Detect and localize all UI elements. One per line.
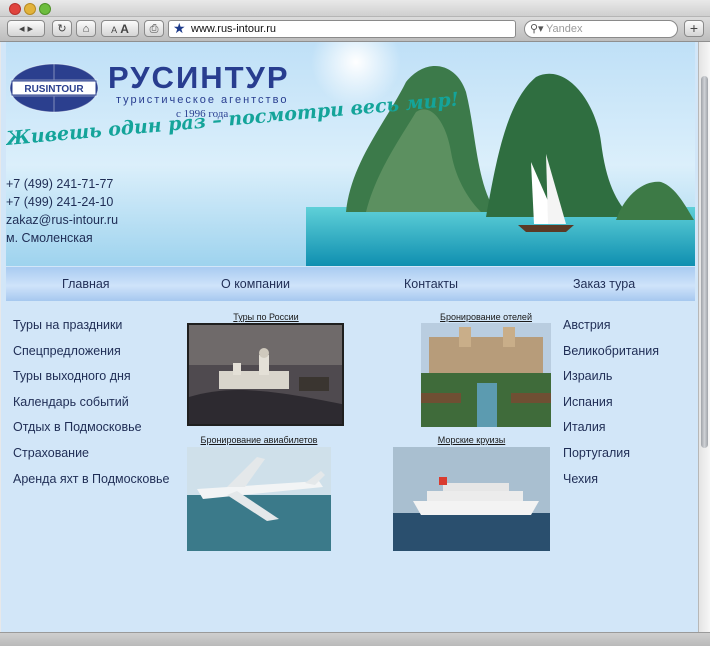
nav-contacts[interactable]: Контакты	[404, 277, 458, 291]
title-bar	[0, 0, 710, 17]
email-link[interactable]: zakaz@rus-intour.ru	[6, 213, 118, 227]
rusintour-logo-icon: RUSINTOUR	[9, 63, 99, 113]
nav-about[interactable]: О компании	[221, 277, 290, 291]
monastery-photo	[189, 325, 342, 424]
airplane-photo	[187, 447, 331, 551]
menu-yacht-rental[interactable]: Аренда яхт в Подмосковье	[13, 472, 169, 486]
bookmark-star-icon[interactable]: ★	[173, 20, 186, 37]
print-button[interactable]: ⎙	[144, 20, 164, 37]
scrollbar-thumb[interactable]	[701, 76, 708, 448]
phone-1: +7 (499) 241-71-77	[6, 177, 114, 191]
add-tab-button[interactable]: +	[684, 20, 704, 37]
web-page: RUSINTOUR РУСИНТУР туристическое агентст…	[1, 42, 698, 632]
tile-caption-sea-cruises[interactable]: Морские круизы	[393, 435, 550, 445]
logo-text: RUSINTOUR	[24, 84, 84, 95]
tile-russia-tours[interactable]	[187, 323, 344, 426]
hotel-photo	[421, 323, 551, 427]
search-field[interactable]: ⚲▾ Yandex	[524, 20, 678, 38]
address-url: www.rus-intour.ru	[191, 23, 276, 35]
close-window-icon[interactable]	[9, 3, 21, 15]
print-icon: ⎙	[149, 23, 159, 35]
country-great-britain[interactable]: Великобритания	[563, 344, 659, 358]
brand-name: РУСИНТУР	[108, 60, 290, 95]
back-forward-icon: ◂ ▸	[18, 23, 34, 35]
country-italy[interactable]: Италия	[563, 420, 606, 434]
metro-station: м. Смоленская	[6, 231, 93, 245]
country-austria[interactable]: Австрия	[563, 318, 611, 332]
browser-toolbar: ◂ ▸ ↻ ⌂ A A ⎙ ★ www.rus-intour.ru ⚲▾ Yan…	[0, 17, 710, 42]
address-bar[interactable]: ★ www.rus-intour.ru	[168, 20, 516, 38]
country-israel[interactable]: Израиль	[563, 369, 612, 383]
menu-holiday-tours[interactable]: Туры на праздники	[13, 318, 122, 332]
minimize-window-icon[interactable]	[24, 3, 36, 15]
home-icon: ⌂	[82, 23, 90, 35]
browser-window: ◂ ▸ ↻ ⌂ A A ⎙ ★ www.rus-intour.ru ⚲▾ Yan…	[0, 0, 710, 646]
text-bigger-icon: A	[120, 22, 129, 36]
country-czech[interactable]: Чехия	[563, 472, 598, 486]
menu-moscow-region[interactable]: Отдых в Подмосковье	[13, 420, 142, 434]
search-icon: ⚲▾	[530, 23, 544, 35]
cruise-ship-photo	[393, 447, 550, 551]
main-nav: Главная О компании Контакты Заказ тура	[6, 267, 695, 301]
menu-insurance[interactable]: Страхование	[13, 446, 89, 460]
nav-order-tour[interactable]: Заказ тура	[573, 277, 635, 291]
home-button[interactable]: ⌂	[76, 20, 96, 37]
status-bar	[0, 632, 710, 646]
island-small	[616, 181, 694, 220]
sailboat-hull	[518, 225, 574, 232]
tile-sea-cruises[interactable]	[393, 447, 550, 551]
search-placeholder: Yandex	[546, 23, 583, 35]
back-forward-button[interactable]: ◂ ▸	[7, 20, 45, 37]
brand-tagline: туристическое агентство	[116, 94, 289, 106]
menu-weekend-tours[interactable]: Туры выходного дня	[13, 369, 131, 383]
menu-events-calendar[interactable]: Календарь событий	[13, 395, 129, 409]
plus-icon: +	[689, 20, 699, 36]
reload-icon: ↻	[57, 23, 67, 35]
text-size-button[interactable]: A A	[101, 20, 139, 37]
country-spain[interactable]: Испания	[563, 395, 613, 409]
zoom-window-icon[interactable]	[39, 3, 51, 15]
island-right	[486, 73, 631, 217]
tile-caption-russia-tours[interactable]: Туры по России	[187, 312, 345, 322]
tile-air-tickets[interactable]	[187, 447, 331, 551]
tile-caption-hotel-booking[interactable]: Бронирование отелей	[421, 312, 551, 322]
nav-home[interactable]: Главная	[62, 277, 110, 291]
vertical-scrollbar[interactable]	[698, 42, 710, 632]
phone-2: +7 (499) 241-24-10	[6, 195, 114, 209]
text-smaller-icon: A	[111, 25, 118, 35]
reload-button[interactable]: ↻	[52, 20, 72, 37]
tile-hotel-booking[interactable]	[421, 323, 551, 427]
country-portugal[interactable]: Португалия	[563, 446, 630, 460]
tile-caption-air-tickets[interactable]: Бронирование авиабилетов	[187, 435, 331, 445]
menu-special-offers[interactable]: Спецпредложения	[13, 344, 121, 358]
site-header: RUSINTOUR РУСИНТУР туристическое агентст…	[6, 42, 695, 266]
